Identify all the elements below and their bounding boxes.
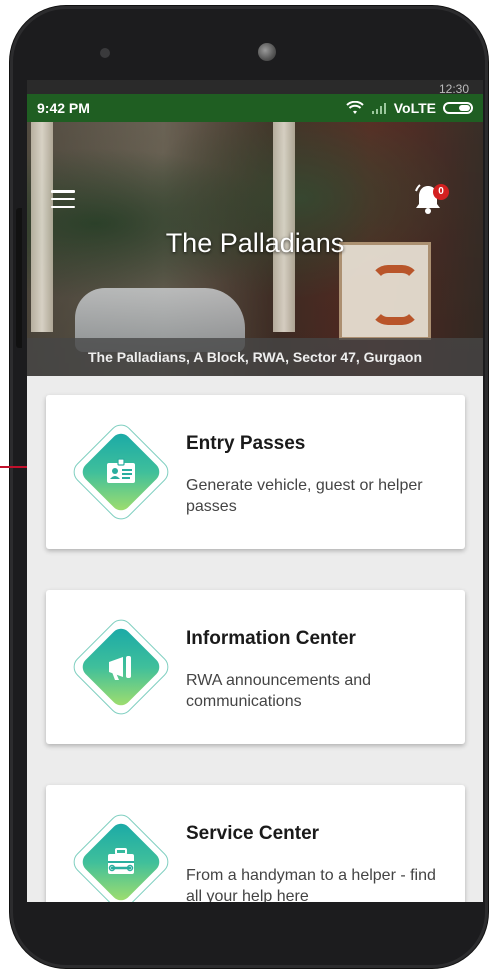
card-icon-badge <box>68 809 174 902</box>
notification-badge: 0 <box>433 184 449 200</box>
hamburger-menu-icon[interactable] <box>51 190 75 208</box>
toolbox-icon <box>108 848 134 874</box>
id-card-icon <box>107 458 135 483</box>
ghost-time: 12:30 <box>438 82 469 94</box>
card-title: Entry Passes <box>186 433 306 454</box>
status-icons: VoLTE <box>346 100 473 116</box>
front-camera <box>258 43 276 61</box>
wifi-icon <box>346 101 364 114</box>
card-title: Information Center <box>186 628 356 649</box>
card-description: From a handyman to a helper - find all y… <box>186 867 436 902</box>
card-icon-badge <box>68 614 174 720</box>
service-center-card[interactable]: Service Center From a handyman to a help… <box>46 785 465 902</box>
banner-pillar <box>31 122 53 332</box>
proximity-sensor <box>100 48 110 58</box>
card-description: RWA announcements and communications <box>186 672 372 710</box>
signal-icon <box>371 103 386 114</box>
community-title: The Palladians <box>165 228 345 258</box>
community-address: The Palladians, A Block, RWA, Sector 47,… <box>27 338 483 376</box>
header-banner: 0 The Palladians The Palladians, A Block… <box>27 122 483 376</box>
banner-pillar <box>273 122 295 332</box>
card-title: Service Center <box>186 823 320 844</box>
side-button <box>16 208 22 348</box>
entry-passes-card[interactable]: Entry Passes Generate vehicle, guest or … <box>46 395 465 549</box>
status-bar: 9:42 PM VoLTE <box>27 94 483 122</box>
megaphone-icon <box>109 656 131 680</box>
network-label: VoLTE <box>393 100 436 116</box>
battery-icon <box>443 102 473 114</box>
information-center-card[interactable]: Information Center RWA announcements and… <box>46 590 465 744</box>
notification-button[interactable]: 0 <box>411 182 449 218</box>
status-time: 9:42 PM <box>37 100 90 116</box>
background-status-bar: 12:30 <box>27 80 483 94</box>
card-description: Generate vehicle, guest or helper passes <box>186 477 423 515</box>
card-icon-badge <box>68 419 174 525</box>
app-screen: 12:30 9:42 PM VoLTE 0 The Palladians The… <box>27 80 483 902</box>
